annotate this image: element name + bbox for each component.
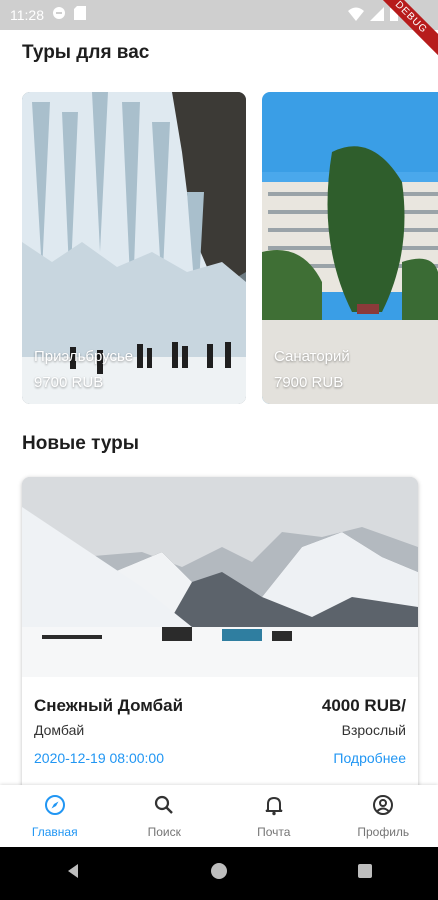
tour-card-sanatorium[interactable]: Санаторий 7900 RUB: [262, 92, 438, 404]
back-icon[interactable]: [64, 862, 82, 885]
new-tour-name: Снежный Домбай: [34, 696, 184, 715]
search-icon: [153, 794, 175, 821]
for-you-title: Туры для вас: [22, 42, 150, 63]
nav-home[interactable]: Главная: [0, 785, 110, 847]
tour-name: Санаторий: [274, 348, 350, 365]
nav-profile-label: Профиль: [357, 824, 410, 839]
new-tour-price: 4000 RUB/: [321, 696, 406, 715]
new-tour-place: Домбай: [34, 722, 85, 738]
nav-search-label: Поиск: [147, 824, 181, 839]
tour-price: 7900 RUB: [274, 374, 344, 391]
signal-icon: [370, 7, 384, 26]
bell-icon: [263, 794, 285, 821]
new-tour-price-unit: Взрослый: [341, 722, 406, 738]
tour-price: 9700 RUB: [34, 374, 104, 391]
nav-mail[interactable]: Почта: [219, 785, 329, 847]
more-details-link[interactable]: Подробнее: [333, 750, 406, 766]
nav-home-label: Главная: [31, 824, 78, 839]
new-tours-title: Новые туры: [22, 433, 140, 454]
tour-card-prielbrusye[interactable]: Приэльбрусье 9700 RUB: [22, 92, 246, 404]
notification-icon: [52, 6, 66, 25]
status-time: 11:28: [10, 7, 44, 23]
system-navigation-bar: [0, 847, 438, 900]
status-icons: [348, 7, 398, 26]
wifi-icon: [348, 7, 364, 26]
home-icon[interactable]: [210, 862, 228, 885]
sd-card-icon: [74, 5, 86, 25]
nav-profile[interactable]: Профиль: [329, 785, 438, 847]
compass-icon: [44, 794, 66, 821]
new-tour-date: 2020-12-19 08:00:00: [34, 750, 164, 766]
bottom-navigation: Главная Поиск Почта Профиль: [0, 785, 438, 847]
recents-icon[interactable]: [356, 862, 374, 885]
new-tour-card[interactable]: Снежный Домбай 4000 RUB/ Домбай Взрослый…: [22, 477, 418, 797]
nav-mail-label: Почта: [257, 824, 291, 839]
account-icon: [372, 794, 394, 821]
tour-image-dombay-mountains: [22, 477, 418, 677]
tour-name: Приэльбрусье: [34, 348, 134, 365]
nav-search[interactable]: Поиск: [110, 785, 220, 847]
status-bar: 11:28 DEBUG: [0, 0, 438, 62]
